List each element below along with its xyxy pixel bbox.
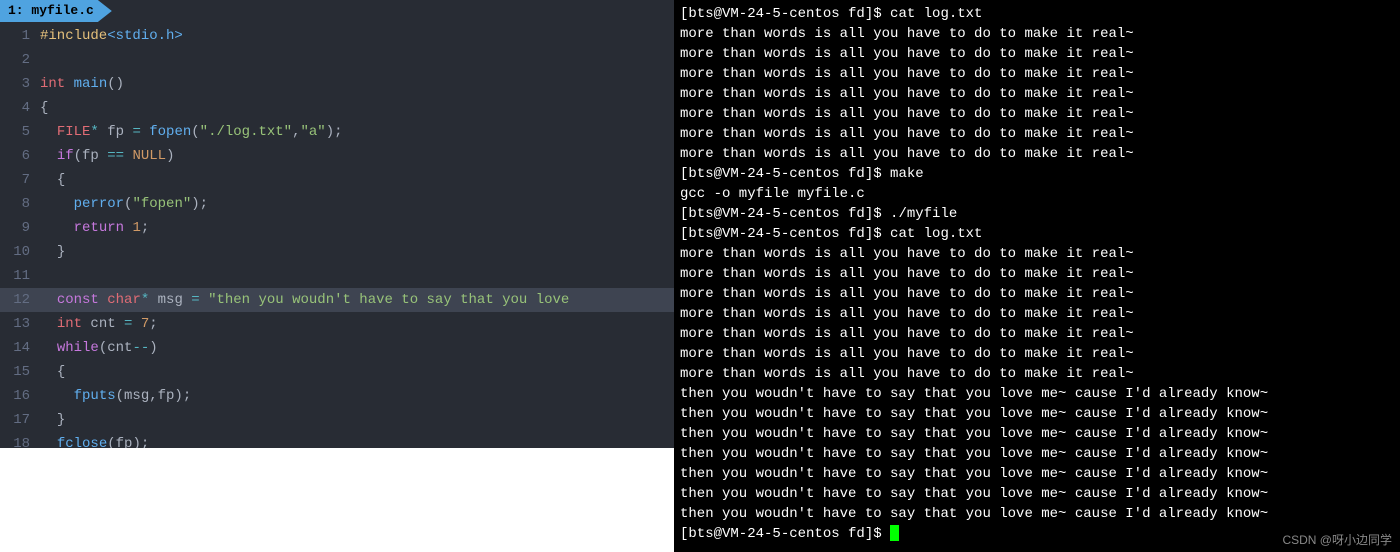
line-number: 5 — [0, 120, 40, 144]
line-number: 7 — [0, 168, 40, 192]
terminal-output: then you woudn't have to say that you lo… — [680, 484, 1394, 504]
terminal-output: more than words is all you have to do to… — [680, 84, 1394, 104]
code-line[interactable]: 9 return 1; — [0, 216, 674, 240]
terminal-output: then you woudn't have to say that you lo… — [680, 464, 1394, 484]
code-line[interactable]: 10 } — [0, 240, 674, 264]
code-line[interactable]: 1#include<stdio.h> — [0, 24, 674, 48]
line-number: 16 — [0, 384, 40, 408]
terminal-output: more than words is all you have to do to… — [680, 104, 1394, 124]
terminal-output: more than words is all you have to do to… — [680, 24, 1394, 44]
line-number: 10 — [0, 240, 40, 264]
code-area[interactable]: 1#include<stdio.h>23int main()4{5 FILE* … — [0, 22, 674, 448]
line-number: 12 — [0, 288, 40, 312]
cursor-icon — [890, 525, 899, 541]
code-line[interactable]: 14 while(cnt--) — [0, 336, 674, 360]
code-content: int cnt = 7; — [40, 312, 158, 336]
code-line[interactable]: 15 { — [0, 360, 674, 384]
code-content: int main() — [40, 72, 124, 96]
code-line[interactable]: 3int main() — [0, 72, 674, 96]
line-number: 17 — [0, 408, 40, 432]
terminal-output: then you woudn't have to say that you lo… — [680, 444, 1394, 464]
terminal-pane[interactable]: [bts@VM-24-5-centos fd]$ cat log.txtmore… — [674, 0, 1400, 552]
terminal-command: [bts@VM-24-5-centos fd]$ make — [680, 164, 1394, 184]
terminal-output: more than words is all you have to do to… — [680, 284, 1394, 304]
line-number: 2 — [0, 48, 40, 72]
editor-tab-myfile[interactable]: 1: myfile.c — [0, 0, 112, 22]
code-line[interactable]: 6 if(fp == NULL) — [0, 144, 674, 168]
code-content: } — [40, 408, 65, 432]
code-line[interactable]: 2 — [0, 48, 674, 72]
line-number: 6 — [0, 144, 40, 168]
code-content: while(cnt--) — [40, 336, 158, 360]
terminal-output: more than words is all you have to do to… — [680, 364, 1394, 384]
terminal-output: more than words is all you have to do to… — [680, 124, 1394, 144]
code-content: return 1; — [40, 216, 149, 240]
code-content: if(fp == NULL) — [40, 144, 174, 168]
terminal-output: gcc -o myfile myfile.c — [680, 184, 1394, 204]
code-content: perror("fopen"); — [40, 192, 208, 216]
line-number: 8 — [0, 192, 40, 216]
code-line[interactable]: 4{ — [0, 96, 674, 120]
code-line[interactable]: 17 } — [0, 408, 674, 432]
code-editor-pane: 1: myfile.c 1#include<stdio.h>23int main… — [0, 0, 674, 448]
code-content: { — [40, 96, 48, 120]
terminal-output: then you woudn't have to say that you lo… — [680, 384, 1394, 404]
terminal-command: [bts@VM-24-5-centos fd]$ cat log.txt — [680, 224, 1394, 244]
code-content: { — [40, 168, 65, 192]
terminal-output: more than words is all you have to do to… — [680, 244, 1394, 264]
line-number: 9 — [0, 216, 40, 240]
code-line[interactable]: 12 const char* msg = "then you woudn't h… — [0, 288, 674, 312]
code-content: FILE* fp = fopen("./log.txt","a"); — [40, 120, 343, 144]
terminal-output: then you woudn't have to say that you lo… — [680, 504, 1394, 524]
line-number: 18 — [0, 432, 40, 448]
code-content: fclose(fp); — [40, 432, 149, 448]
terminal-output: more than words is all you have to do to… — [680, 304, 1394, 324]
terminal-output: more than words is all you have to do to… — [680, 344, 1394, 364]
watermark-text: CSDN @呀小边同学 — [1282, 531, 1392, 548]
terminal-output: then you woudn't have to say that you lo… — [680, 424, 1394, 444]
line-number: 3 — [0, 72, 40, 96]
terminal-output: more than words is all you have to do to… — [680, 264, 1394, 284]
terminal-output: more than words is all you have to do to… — [680, 64, 1394, 84]
code-line[interactable]: 8 perror("fopen"); — [0, 192, 674, 216]
code-line[interactable]: 11 — [0, 264, 674, 288]
line-number: 15 — [0, 360, 40, 384]
code-line[interactable]: 5 FILE* fp = fopen("./log.txt","a"); — [0, 120, 674, 144]
terminal-output: more than words is all you have to do to… — [680, 324, 1394, 344]
terminal-output: more than words is all you have to do to… — [680, 144, 1394, 164]
line-number: 13 — [0, 312, 40, 336]
code-line[interactable]: 13 int cnt = 7; — [0, 312, 674, 336]
code-line[interactable]: 16 fputs(msg,fp); — [0, 384, 674, 408]
line-number: 4 — [0, 96, 40, 120]
code-line[interactable]: 7 { — [0, 168, 674, 192]
terminal-output: then you woudn't have to say that you lo… — [680, 404, 1394, 424]
code-content: fputs(msg,fp); — [40, 384, 191, 408]
code-content: } — [40, 240, 65, 264]
line-number: 1 — [0, 24, 40, 48]
line-number: 11 — [0, 264, 40, 288]
terminal-command: [bts@VM-24-5-centos fd]$ cat log.txt — [680, 4, 1394, 24]
line-number: 14 — [0, 336, 40, 360]
terminal-output: more than words is all you have to do to… — [680, 44, 1394, 64]
terminal-command: [bts@VM-24-5-centos fd]$ ./myfile — [680, 204, 1394, 224]
code-content: const char* msg = "then you woudn't have… — [40, 288, 569, 312]
code-line[interactable]: 18 fclose(fp); — [0, 432, 674, 448]
editor-tab-bar: 1: myfile.c — [0, 0, 674, 22]
code-content: #include<stdio.h> — [40, 24, 183, 48]
code-content: { — [40, 360, 65, 384]
